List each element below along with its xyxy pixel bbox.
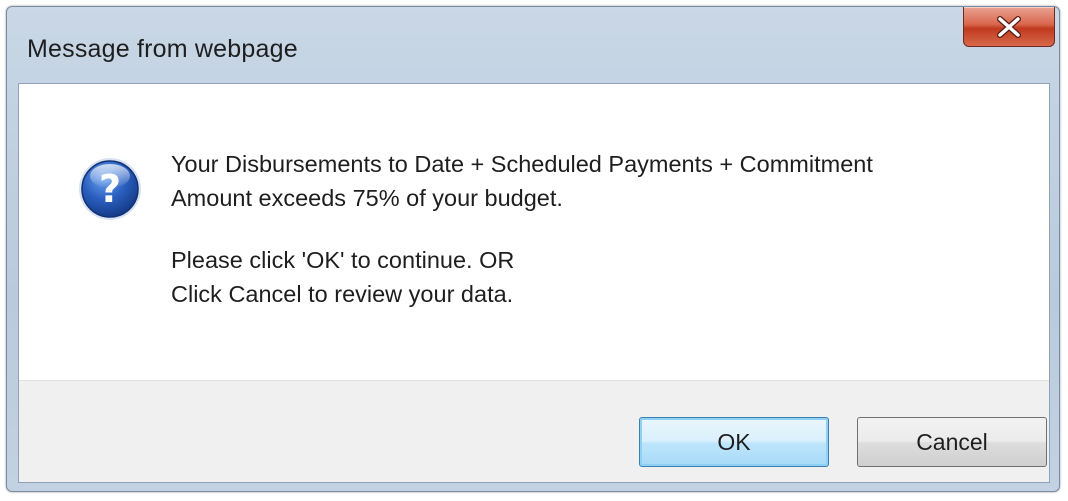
message-line: Click Cancel to review your data. (171, 281, 514, 307)
message-line: Amount exceeds 75% of your budget. (171, 185, 563, 211)
message-line: Your Disbursements to Date + Scheduled P… (171, 151, 873, 177)
message-area: ? Your Disbursements to Date + Scheduled… (19, 84, 1049, 380)
close-icon (997, 15, 1021, 38)
ok-button[interactable]: OK (639, 417, 829, 467)
title-bar[interactable]: Message from webpage (7, 7, 1059, 83)
message-text: Your Disbursements to Date + Scheduled P… (171, 147, 1031, 311)
cancel-button[interactable]: Cancel (857, 417, 1047, 467)
question-icon: ? (79, 158, 141, 220)
dialog-body: ? Your Disbursements to Date + Scheduled… (18, 83, 1050, 483)
button-bar: OK Cancel (19, 380, 1049, 482)
svg-text:?: ? (99, 167, 121, 211)
message-line: Please click 'OK' to continue. OR (171, 247, 515, 273)
message-dialog: Message from webpage ? Your Disbursement… (6, 6, 1060, 492)
dialog-title: Message from webpage (27, 35, 298, 63)
close-button[interactable] (963, 7, 1055, 47)
